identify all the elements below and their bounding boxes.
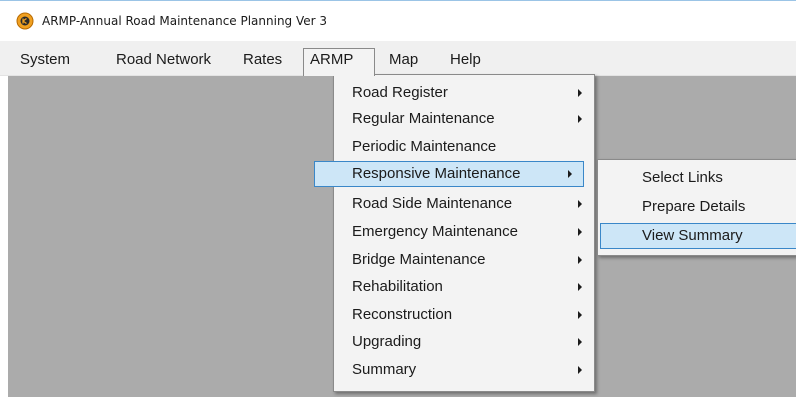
menu-item-label: Select Links bbox=[642, 169, 723, 186]
submenu-arrow-icon bbox=[578, 283, 582, 291]
submenu-arrow-icon bbox=[578, 228, 582, 236]
menu-item-label: Road Side Maintenance bbox=[352, 195, 513, 212]
menu-item-label: View Summary bbox=[642, 227, 743, 244]
menu-item-bridge-maintenance[interactable]: Bridge Maintenance bbox=[336, 247, 592, 273]
menu-help[interactable]: Help bbox=[444, 49, 487, 75]
responsive-maintenance-submenu: Select Links Prepare Details View Summar… bbox=[597, 159, 796, 256]
app-logo-icon bbox=[16, 12, 34, 30]
menu-bar: System Road Network Rates ARMP Map Help bbox=[0, 41, 796, 76]
menu-item-label: Bridge Maintenance bbox=[352, 251, 486, 268]
menu-item-label: Prepare Details bbox=[642, 198, 746, 215]
menu-rates[interactable]: Rates bbox=[237, 49, 288, 75]
menu-armp[interactable]: ARMP bbox=[303, 48, 375, 76]
submenu-item-view-summary[interactable]: View Summary bbox=[600, 223, 796, 249]
menu-item-road-side-maintenance[interactable]: Road Side Maintenance bbox=[336, 191, 592, 217]
menu-item-responsive-maintenance[interactable]: Responsive Maintenance bbox=[314, 161, 584, 187]
submenu-item-prepare-details[interactable]: Prepare Details bbox=[600, 194, 796, 220]
submenu-arrow-icon bbox=[568, 170, 572, 178]
submenu-arrow-icon bbox=[578, 366, 582, 374]
window-title: ARMP-Annual Road Maintenance Planning Ve… bbox=[42, 14, 328, 28]
menu-item-label: Periodic Maintenance bbox=[352, 138, 497, 155]
menu-item-label: Road Register bbox=[352, 84, 448, 101]
application-window: ARMP-Annual Road Maintenance Planning Ve… bbox=[0, 0, 796, 397]
menu-item-regular-maintenance[interactable]: Regular Maintenance bbox=[336, 106, 592, 132]
menu-item-label: Reconstruction bbox=[352, 306, 453, 323]
menu-system[interactable]: System bbox=[14, 49, 76, 75]
menu-item-rehabilitation[interactable]: Rehabilitation bbox=[336, 274, 592, 300]
submenu-arrow-icon bbox=[578, 200, 582, 208]
menu-item-label: Responsive Maintenance bbox=[352, 165, 521, 182]
submenu-arrow-icon bbox=[578, 311, 582, 319]
menu-item-label: Summary bbox=[352, 361, 417, 378]
submenu-arrow-icon bbox=[578, 115, 582, 123]
menu-item-emergency-maintenance[interactable]: Emergency Maintenance bbox=[336, 219, 592, 245]
menu-map[interactable]: Map bbox=[383, 49, 424, 75]
submenu-item-select-links[interactable]: Select Links bbox=[600, 165, 796, 191]
submenu-arrow-icon bbox=[578, 256, 582, 264]
submenu-arrow-icon bbox=[578, 338, 582, 346]
menu-item-label: Rehabilitation bbox=[352, 278, 443, 295]
menu-road-network[interactable]: Road Network bbox=[110, 49, 217, 75]
menu-item-label: Emergency Maintenance bbox=[352, 223, 518, 240]
menu-item-label: Upgrading bbox=[352, 333, 422, 350]
submenu-arrow-icon bbox=[578, 89, 582, 97]
armp-dropdown-menu: Road Register Regular Maintenance Period… bbox=[314, 74, 595, 392]
menu-item-reconstruction[interactable]: Reconstruction bbox=[336, 302, 592, 328]
menu-item-road-register[interactable]: Road Register bbox=[336, 80, 592, 106]
menu-item-summary[interactable]: Summary bbox=[336, 357, 592, 383]
menu-item-periodic-maintenance[interactable]: Periodic Maintenance bbox=[336, 134, 592, 160]
menu-item-label: Regular Maintenance bbox=[352, 110, 495, 127]
menu-item-upgrading[interactable]: Upgrading bbox=[336, 329, 592, 355]
title-bar: ARMP-Annual Road Maintenance Planning Ve… bbox=[0, 0, 796, 42]
